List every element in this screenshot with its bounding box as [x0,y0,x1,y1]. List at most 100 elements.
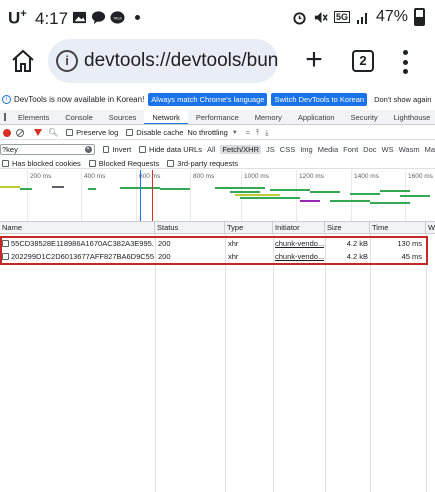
tab-elements[interactable]: Elements [10,110,57,124]
type-filter-ws[interactable]: WS [382,145,394,154]
overview-bar [380,190,410,192]
switch-language-button[interactable]: Switch DevTools to Korean [271,92,368,106]
overview-bar [160,188,190,190]
highlight-box [0,236,428,265]
column-type[interactable]: Type [225,222,273,234]
address-bar[interactable]: i devtools://devtools/bunc [48,39,278,83]
notification-dot-icon [135,15,140,20]
tab-performance[interactable]: Performance [188,110,247,124]
filter-icon[interactable] [34,129,42,136]
match-language-button[interactable]: Always match Chrome's language [148,92,268,106]
overview-tick: 1000 ms [244,173,269,180]
tab-application[interactable]: Application [290,110,343,124]
battery-percent: 47% [375,8,408,25]
tab-security[interactable]: Security [343,110,386,124]
record-icon[interactable] [3,128,11,137]
info-icon[interactable]: i [56,50,78,72]
type-filter-css[interactable]: CSS [280,145,295,154]
type-filter-media[interactable]: Media [318,145,338,154]
filter-bar: ?key ✕ Invert Hide data URLs All Fetch/XH… [0,143,435,156]
tab-lighthouse[interactable]: Lighthouse [386,110,435,124]
type-filter-wasm[interactable]: Wasm [399,145,420,154]
import-har-icon[interactable]: ⤒ [256,128,259,138]
tab-switcher-button[interactable]: 2 [352,50,374,72]
filter-input[interactable]: ?key ✕ [0,144,95,155]
overview-bar [400,195,430,197]
type-filter-doc[interactable]: Doc [363,145,376,154]
blocked-cookies-checkbox[interactable] [2,159,9,167]
overview-marker-line [140,170,141,221]
type-filter-manifest[interactable]: Ma [425,145,435,154]
overview-gridline [296,170,297,221]
talk-icon: TALK [110,11,125,24]
clear-icon[interactable] [16,128,24,137]
overview-gridline [241,170,242,221]
mute-icon [314,11,328,23]
invert-checkbox[interactable] [102,146,110,153]
column-name[interactable]: Name [0,222,155,234]
overview-tick: 1200 ms [299,173,324,180]
status-bar: U+ 4:17 TALK 5G 47% [0,0,435,36]
overview-bar [230,191,260,193]
search-icon[interactable]: 🔍︎ [48,128,58,137]
overview-bar [300,200,320,202]
browser-toolbar: i devtools://devtools/bunc + 2 [0,36,435,86]
blocked-requests-checkbox[interactable] [88,159,96,167]
column-status[interactable]: Status [155,222,225,234]
column-time[interactable]: Time [370,222,426,234]
third-party-checkbox[interactable] [167,159,175,167]
overview-bar [240,197,300,199]
tab-sources[interactable]: Sources [101,110,145,124]
clock: 4:17 [35,9,69,28]
overview-gridline [136,170,137,221]
language-infobar: i DevTools is now available in Korean! A… [0,90,435,108]
column-size[interactable]: Size [325,222,370,234]
overview-tick: 400 ms [84,173,106,180]
tab-memory[interactable]: Memory [247,110,290,124]
hide-data-urls-checkbox[interactable] [139,146,147,153]
overview-tick: 1400 ms [354,173,379,180]
export-har-icon[interactable]: ⤓ [265,128,268,138]
battery-icon [414,8,425,26]
filter-options-row: Has blocked cookies Blocked Requests 3rd… [0,158,435,169]
type-filter-all[interactable]: All [207,145,215,154]
network-type-badge: 5G [333,11,350,23]
new-tab-icon[interactable]: + [300,45,328,75]
type-filter-img[interactable]: Img [300,145,313,154]
infobar-message: DevTools is now available in Korean! [14,94,145,104]
overview-bar [330,200,370,202]
preserve-log-checkbox[interactable] [66,129,74,136]
network-overview[interactable]: 200 ms 400 ms 600 ms 800 ms 1000 ms 1200… [0,170,435,222]
type-filter-js[interactable]: JS [266,145,275,154]
more-menu-icon[interactable] [400,50,410,74]
overview-tick: 800 ms [193,173,215,180]
dont-show-again-button[interactable]: Don't show again [371,93,434,106]
clear-filter-icon[interactable]: ✕ [84,146,92,153]
tab-console[interactable]: Console [57,110,101,124]
url-text[interactable]: devtools://devtools/bunc [84,50,278,72]
overview-gridline [27,170,28,221]
column-waterfall[interactable]: Wa [426,222,435,234]
home-icon[interactable] [10,48,36,74]
blocked-requests-label: Blocked Requests [98,158,160,168]
disable-cache-label: Disable cache [136,128,184,137]
overview-tick: 600 ms [139,173,161,180]
overview-gridline [351,170,352,221]
overview-marker-line [152,170,153,221]
overview-bar [20,188,32,190]
overview-bar [310,191,340,193]
overview-bar [88,188,96,190]
signal-icon [356,13,367,24]
throttling-select[interactable]: No throttling [187,128,227,137]
overview-bar [235,194,280,196]
tab-network[interactable]: Network [144,110,188,124]
network-conditions-icon[interactable]: ≈ [246,128,250,137]
chevron-down-icon[interactable]: ▼ [232,130,238,136]
disable-cache-checkbox[interactable] [126,129,134,136]
inspect-element-icon[interactable] [4,113,6,121]
gallery-icon [72,11,87,24]
column-initiator[interactable]: Initiator [273,222,325,234]
type-filter-fetch-xhr[interactable]: Fetch/XHR [220,145,262,154]
type-filter-font[interactable]: Font [343,145,358,154]
preserve-log-label: Preserve log [76,128,119,137]
